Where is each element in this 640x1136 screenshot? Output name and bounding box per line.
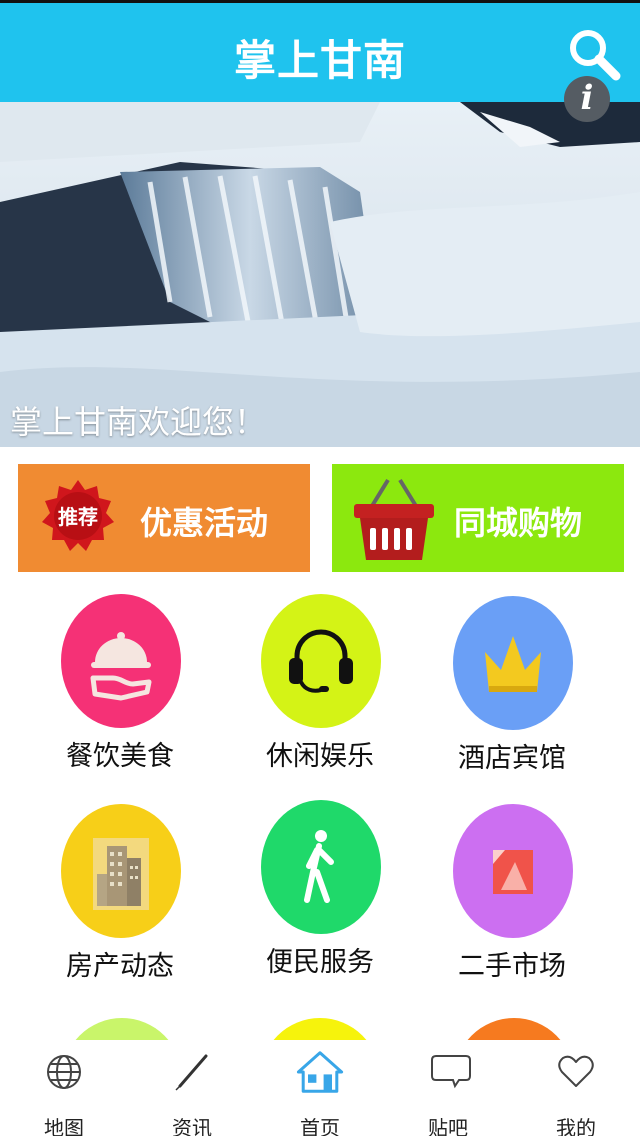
category-label: 酒店宾馆 [458, 743, 566, 774]
info-icon[interactable]: i [564, 76, 610, 122]
tab-label: 地图 [44, 1116, 84, 1136]
banner-carousel[interactable]: 掌上甘南欢迎您！ [0, 102, 640, 447]
tab-map[interactable]: 地图 [0, 1040, 128, 1136]
tab-news[interactable]: 资讯 [128, 1040, 256, 1136]
tab-home[interactable]: 首页 [256, 1040, 384, 1136]
pen-icon [175, 1054, 208, 1091]
category-circle [261, 800, 381, 934]
home-icon [296, 1051, 344, 1093]
globe-icon [47, 1055, 81, 1089]
category-services[interactable]: 便民服务 [230, 800, 410, 990]
category-leisure[interactable]: 休闲娱乐 [230, 594, 410, 784]
category-label: 房产动态 [66, 951, 174, 982]
promo-label: 优惠活动 [140, 504, 269, 542]
app-title: 掌上甘南 [233, 36, 406, 85]
category-label: 餐饮美食 [66, 741, 174, 772]
category-circle [61, 594, 181, 728]
walking-person-icon [304, 830, 334, 903]
category-label: 便民服务 [266, 947, 374, 978]
category-dining[interactable]: 餐饮美食 [30, 594, 210, 784]
tab-profile[interactable]: 我的 [512, 1040, 640, 1136]
heart-icon [558, 1055, 594, 1087]
tab-label: 首页 [300, 1116, 340, 1136]
tab-label: 我的 [556, 1116, 596, 1136]
crown-icon [485, 636, 541, 692]
category-label: 二手市场 [458, 951, 566, 982]
category-circle [61, 804, 181, 938]
category-circle [453, 596, 573, 730]
waterfall-photo [0, 102, 640, 447]
category-label: 休闲娱乐 [266, 741, 374, 772]
building-icon [93, 838, 149, 910]
search-icon[interactable] [566, 27, 622, 83]
tag-icon [493, 850, 533, 894]
top-bar: 掌上甘南 [0, 0, 640, 102]
category-circle [453, 804, 573, 938]
badge-text: 推荐 [58, 505, 98, 529]
chat-bubble-icon [431, 1055, 471, 1089]
shopping-basket-icon [354, 478, 434, 560]
category-hotel[interactable]: 酒店宾馆 [422, 596, 602, 786]
tab-label: 贴吧 [428, 1116, 468, 1136]
serving-tray-icon [90, 632, 152, 701]
category-second-hand[interactable]: 二手市场 [422, 804, 602, 994]
category-circle [261, 594, 381, 728]
tab-label: 资讯 [172, 1116, 212, 1136]
banner-caption: 掌上甘南欢迎您！ [10, 403, 267, 441]
promo-discount-button[interactable]: 推荐 优惠活动 [18, 464, 310, 572]
recommend-badge-icon: 推荐 [42, 480, 114, 551]
tab-forum[interactable]: 贴吧 [384, 1040, 512, 1136]
category-real-estate[interactable]: 房产动态 [30, 804, 210, 994]
headset-icon [289, 629, 353, 693]
app-screen: 掌上甘南 i 掌上甘南欢迎您！ 推荐 优惠活动 同城购物 餐饮美食 休闲娱乐 酒… [0, 0, 640, 1136]
promo-label: 同城购物 [454, 504, 583, 542]
bottom-tab-bar: 地图 资讯 首页 贴吧 我的 [0, 1040, 640, 1136]
promo-shopping-button[interactable]: 同城购物 [332, 464, 624, 572]
